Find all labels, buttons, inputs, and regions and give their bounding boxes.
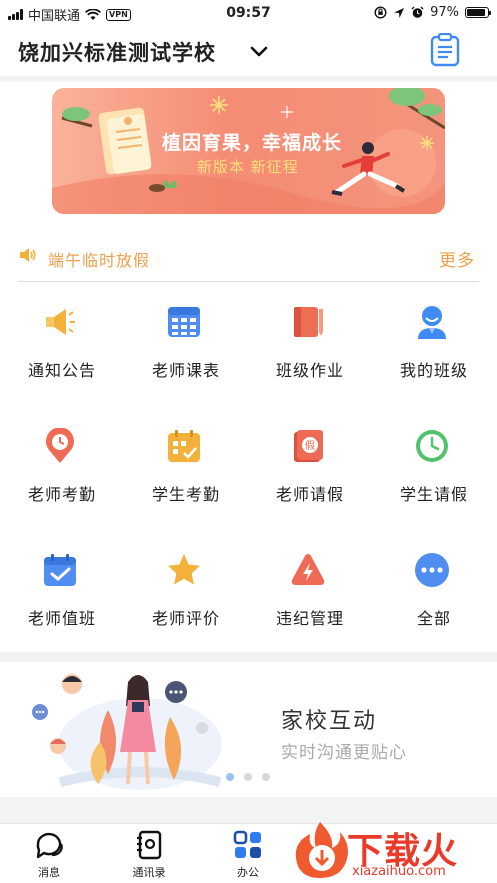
duty-calendar-icon — [44, 554, 76, 586]
feature-teacher-leave[interactable]: 假 老师请假 — [248, 424, 372, 524]
leave-form-icon: 假 — [294, 430, 323, 462]
feature-label: 老师考勤 — [27, 485, 96, 504]
promo-banner[interactable]: 植因育果，幸福成长 新版本 新征程 — [52, 88, 445, 214]
clock-icon — [416, 430, 448, 462]
rotation-lock-icon — [374, 6, 387, 19]
homework-icon — [294, 307, 323, 337]
feature-teacher-timetable[interactable]: 老师课表 — [124, 300, 248, 400]
feature-all[interactable]: 全部 — [372, 548, 496, 648]
school-title[interactable]: 饶加兴标准测试学校 — [18, 37, 216, 67]
battery-icon — [465, 7, 491, 18]
location-arrow-icon — [394, 7, 405, 18]
app-header: 饶加兴标准测试学校 — [0, 26, 497, 76]
flame-logo-icon — [295, 822, 348, 878]
warning-bolt-icon — [291, 554, 325, 585]
feature-label: 通知公告 — [27, 361, 96, 380]
feature-label: 学生请假 — [399, 485, 468, 504]
promo-title: 家校互动 — [281, 709, 378, 734]
feature-my-class[interactable]: 我的班级 — [372, 300, 496, 400]
feature-label: 老师评价 — [151, 609, 220, 628]
watermark-url: xiazaihuo.com — [352, 864, 446, 879]
chevron-down-icon[interactable] — [248, 40, 270, 62]
apps-grid-icon — [233, 830, 261, 858]
feature-label: 老师课表 — [151, 361, 220, 380]
megaphone-icon — [46, 309, 75, 335]
feature-label: 学生考勤 — [151, 485, 220, 504]
feature-teacher-attendance[interactable]: 老师考勤 — [0, 424, 124, 524]
carousel-dot[interactable] — [244, 773, 252, 781]
carousel-dots[interactable] — [226, 773, 270, 781]
carousel-dot[interactable] — [226, 773, 234, 781]
banner-subtitle: 新版本 新征程 — [197, 158, 299, 176]
svg-text:假: 假 — [305, 439, 315, 452]
more-link[interactable]: 更多 — [439, 246, 475, 271]
feature-label: 我的班级 — [399, 361, 468, 380]
speaker-icon — [20, 248, 36, 262]
feature-class-homework[interactable]: 班级作业 — [248, 300, 372, 400]
more-dots-icon — [415, 553, 449, 587]
notice-text[interactable]: 端午临时放假 — [48, 247, 150, 271]
carousel-dot[interactable] — [262, 773, 270, 781]
tab-contacts[interactable]: 通讯录 — [114, 830, 184, 880]
feature-label: 老师值班 — [27, 609, 96, 628]
tab-label: 通讯录 — [132, 866, 166, 879]
home-school-illustration — [32, 674, 222, 790]
contacts-icon — [137, 830, 162, 860]
calendar-check-icon — [168, 430, 200, 462]
status-bar: 中国联通 VPN 09:57 97% — [0, 0, 497, 26]
feature-student-attendance[interactable]: 学生考勤 — [124, 424, 248, 524]
tab-messages[interactable]: 消息 — [14, 830, 84, 880]
promo-subtitle: 实时沟通更贴心 — [281, 743, 407, 763]
tab-label: 消息 — [38, 866, 60, 879]
tab-label: 办公 — [237, 866, 259, 879]
feature-student-leave[interactable]: 学生请假 — [372, 424, 496, 524]
feature-label: 老师请假 — [275, 485, 344, 504]
feature-discipline-management[interactable]: 违纪管理 — [248, 548, 372, 648]
star-icon — [168, 554, 200, 585]
feature-label: 违纪管理 — [275, 609, 344, 628]
feature-label: 全部 — [416, 609, 451, 628]
feature-teacher-duty[interactable]: 老师值班 — [0, 548, 124, 648]
feature-notice[interactable]: 通知公告 — [0, 300, 124, 400]
feature-teacher-evaluation[interactable]: 老师评价 — [124, 548, 248, 648]
alarm-icon — [411, 6, 424, 18]
home-school-card[interactable]: 家校互动 实时沟通更贴心 — [0, 662, 497, 797]
feature-label: 班级作业 — [275, 361, 344, 380]
tab-office[interactable]: 办公 — [213, 830, 283, 880]
class-user-icon — [418, 306, 446, 339]
timetable-icon — [168, 307, 200, 337]
divider — [18, 281, 479, 282]
banner-title: 植因育果，幸福成长 — [162, 132, 343, 154]
chat-icon — [36, 832, 63, 859]
notice-bar[interactable]: 端午临时放假 更多 — [0, 236, 497, 278]
watermark: 下载火 xiazaihuo.com — [290, 818, 497, 883]
battery-percent: 97% — [430, 5, 459, 20]
location-clock-icon — [46, 428, 74, 463]
clipboard-icon[interactable] — [430, 33, 460, 67]
